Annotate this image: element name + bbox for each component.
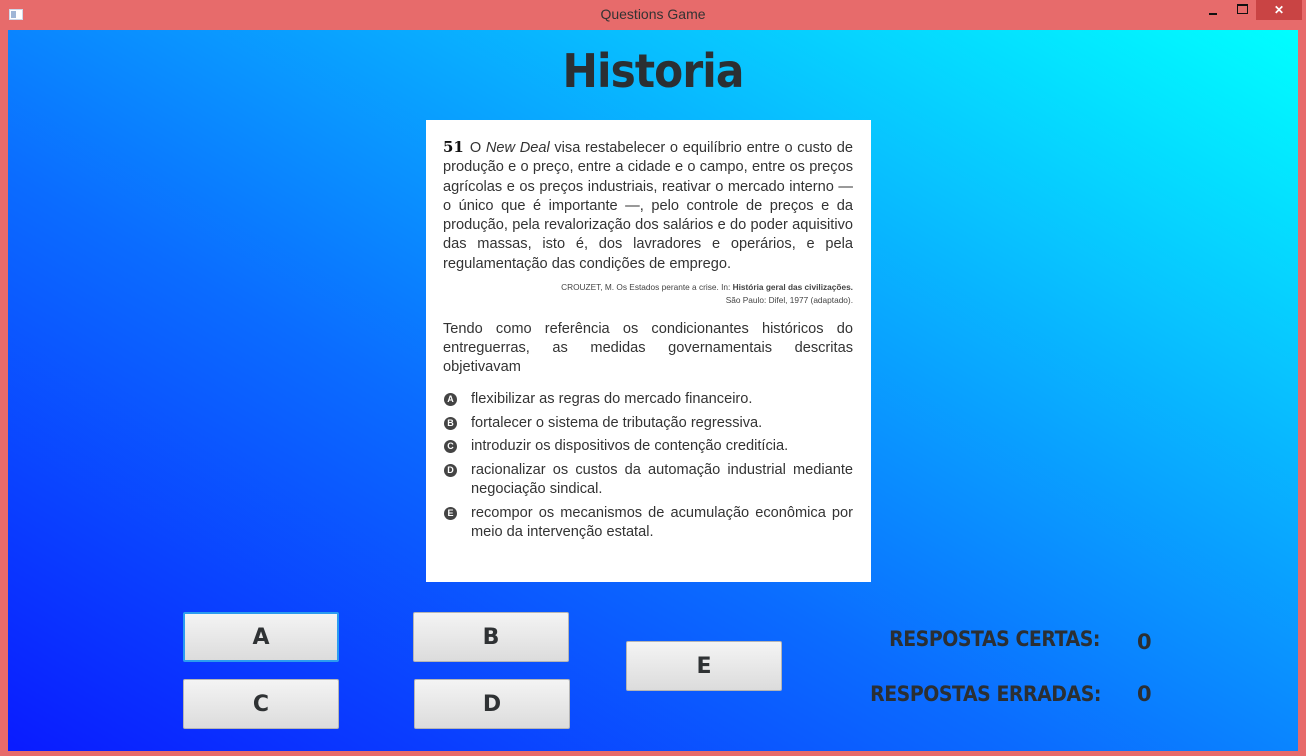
option-a-text: flexibilizar as regras do mercado financ… (471, 391, 753, 408)
window-titlebar[interactable]: Questions Game ✕ (0, 0, 1306, 30)
option-e: Erecompor os mecanismos de acumulação ec… (443, 504, 853, 543)
maximize-icon (1236, 4, 1248, 15)
option-a-badge: A (444, 393, 457, 407)
option-d-badge: D (444, 463, 457, 477)
citation-part2: São Paulo: Difel, 1977 (adaptado). (725, 295, 853, 306)
answer-a-button[interactable]: A (183, 612, 339, 662)
question-prompt: Tendo como referência os condicionantes … (443, 321, 853, 376)
close-icon: ✕ (1273, 3, 1285, 17)
window-title: Questions Game (600, 6, 706, 22)
close-button[interactable]: ✕ (1256, 0, 1302, 20)
maximize-button[interactable] (1228, 0, 1256, 20)
stem-italic: New Deal (485, 140, 550, 156)
stem-part1: O (469, 140, 486, 156)
correct-answers-value: 0 (1137, 630, 1152, 654)
minimize-button[interactable] (1198, 0, 1228, 20)
wrong-answers-label: RESPOSTAS ERRADAS: (870, 682, 1101, 706)
option-b-text: fortalecer o sistema de tributação regre… (471, 414, 763, 431)
option-e-badge: E (444, 506, 457, 520)
option-a: Aflexibilizar as regras do mercado finan… (443, 390, 853, 410)
option-c-badge: C (444, 440, 457, 454)
answer-b-button[interactable]: B (413, 612, 569, 662)
option-d-text: racionalizar os custos da automação indu… (471, 461, 853, 498)
option-c-text: introduzir os dispositivos de contenção … (471, 438, 789, 455)
game-panel: Historia 51 O New Deal visa restabelecer … (8, 30, 1298, 751)
subject-title: Historia (562, 44, 744, 98)
option-e-text: recompor os mecanismos de acumulação eco… (471, 504, 853, 541)
citation-part1: CROUZET, M. Os Estados perante a crise. … (561, 282, 733, 293)
question-options: Aflexibilizar as regras do mercado finan… (443, 390, 853, 543)
question-stem: 51 O New Deal visa restabelecer o equilíb… (443, 138, 853, 274)
option-c: Cintroduzir os dispositivos de contenção… (443, 437, 853, 457)
option-d: Dracionalizar os custos da automação ind… (443, 461, 853, 500)
correct-answers-label: RESPOSTAS CERTAS: (889, 627, 1100, 651)
answer-d-button[interactable]: D (414, 679, 570, 729)
wrong-answers-value: 0 (1137, 682, 1152, 706)
question-number: 51 (443, 138, 464, 156)
minimize-icon (1209, 12, 1217, 15)
option-b: Bfortalecer o sistema de tributação regr… (443, 414, 853, 434)
option-b-badge: B (444, 416, 457, 430)
question-image: 51 O New Deal visa restabelecer o equilíb… (426, 120, 871, 582)
question-citation: CROUZET, M. Os Estados perante a crise. … (443, 281, 853, 307)
citation-bold: História geral das civilizações. (732, 282, 853, 293)
answer-c-button[interactable]: C (183, 679, 339, 729)
stem-part2: visa restabelecer o equilíbrio entre o c… (443, 140, 854, 272)
answer-e-button[interactable]: E (626, 641, 782, 691)
